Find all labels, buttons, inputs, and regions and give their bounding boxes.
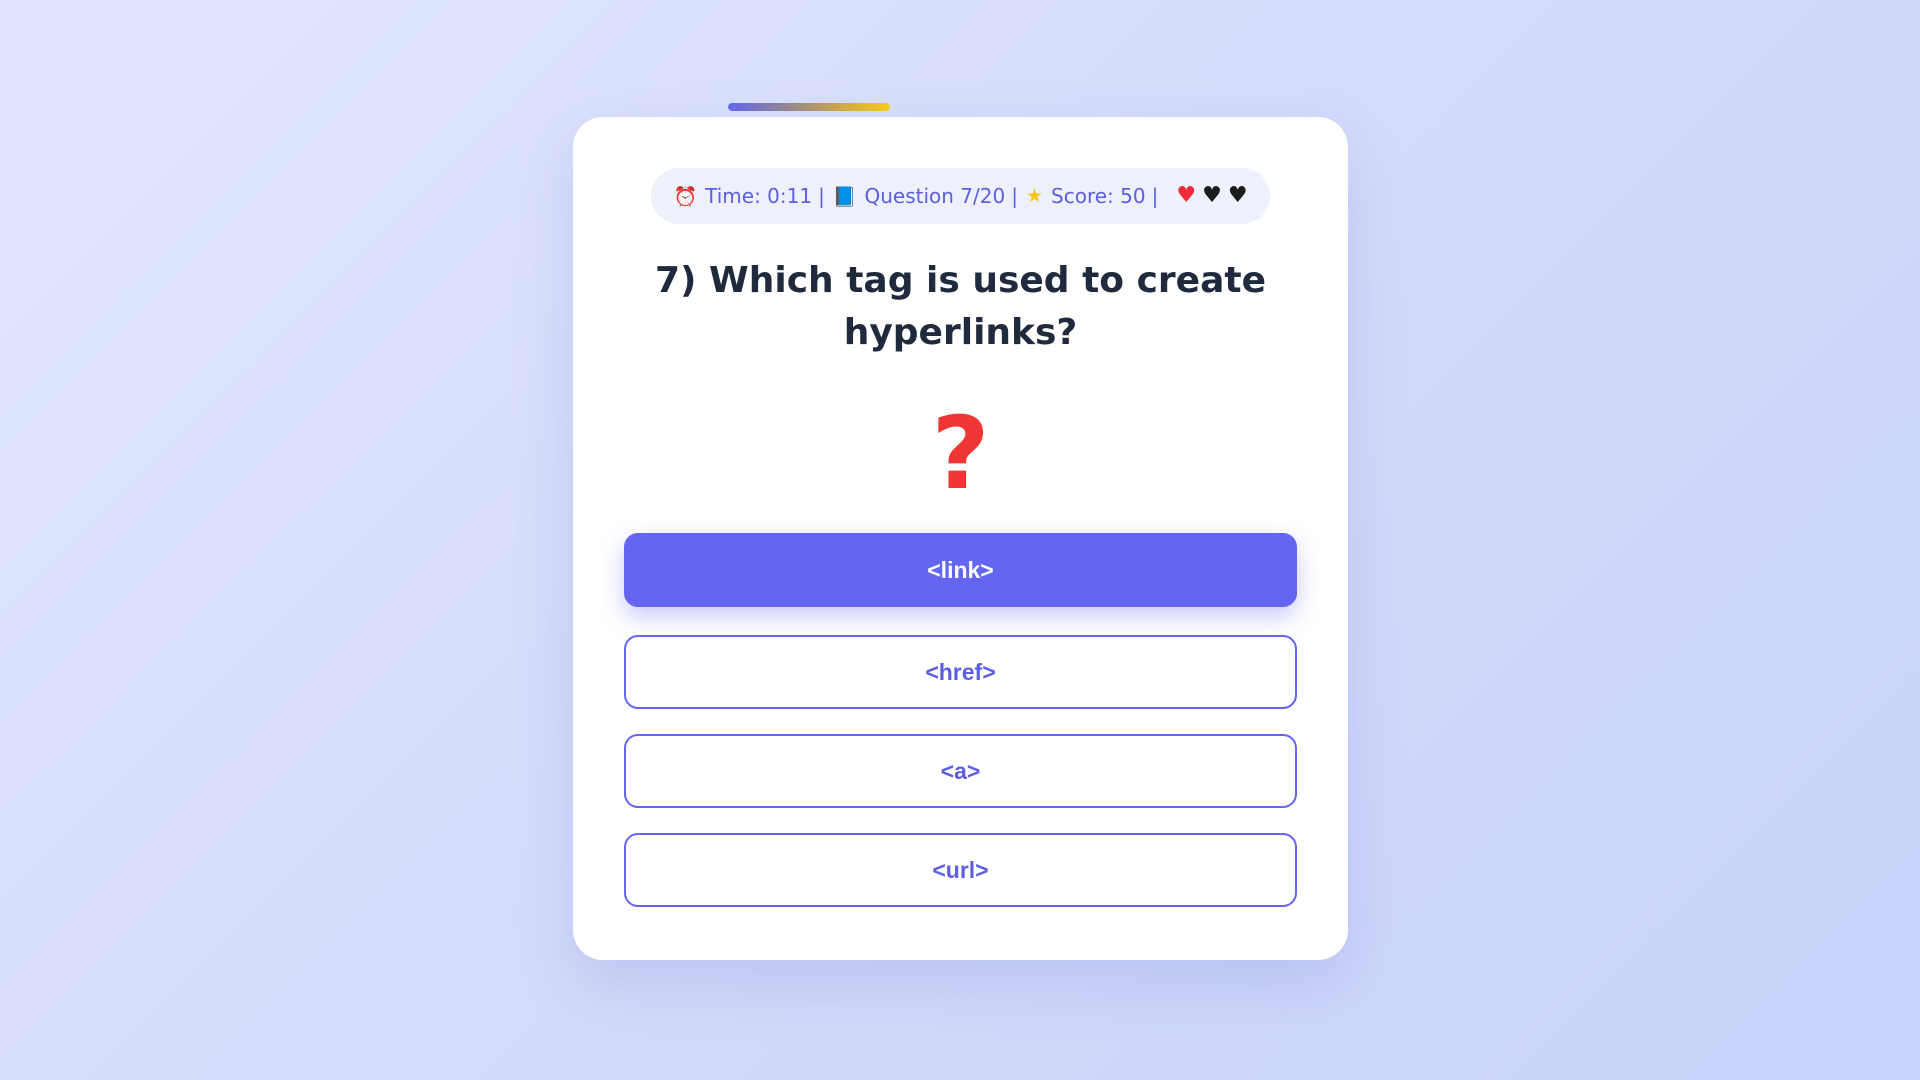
heart-empty-icon: ♥	[1202, 183, 1222, 208]
answer-option-button[interactable]: <href>	[624, 635, 1297, 709]
quiz-progress-bar	[728, 103, 1192, 111]
answer-options: <link> <href> <a> <url>	[624, 533, 1297, 932]
heart-empty-icon: ♥	[1227, 183, 1248, 208]
answer-option-button[interactable]: <link>	[624, 533, 1297, 607]
question-text: 7) Which tag is used to create hyperlink…	[655, 260, 1266, 353]
answer-option-button[interactable]: <url>	[624, 833, 1297, 907]
quiz-progress-fill	[728, 103, 891, 111]
question-mark-icon: ?	[931, 395, 990, 512]
separator: |	[818, 184, 825, 208]
timer-text: Time: 0:11	[705, 184, 813, 208]
star-icon: ★	[1025, 185, 1044, 207]
answer-option-button[interactable]: <a>	[624, 734, 1297, 808]
status-bar: ⏰ Time: 0:11 | 📘 Question 7/20 | ★ Score…	[651, 168, 1270, 224]
quiz-card: ⏰ Time: 0:11 | 📘 Question 7/20 | ★ Score…	[573, 117, 1348, 960]
blue-book-icon: 📘	[832, 185, 857, 208]
heart-full-icon: ♥	[1176, 183, 1197, 208]
separator: |	[1011, 184, 1018, 208]
separator: |	[1151, 184, 1159, 208]
lives-indicator: ♥ ♥ ♥	[1176, 185, 1247, 207]
score-text: Score: 50	[1051, 184, 1146, 208]
question-counter: Question 7/20	[864, 184, 1006, 208]
alarm-clock-icon: ⏰	[673, 185, 698, 208]
